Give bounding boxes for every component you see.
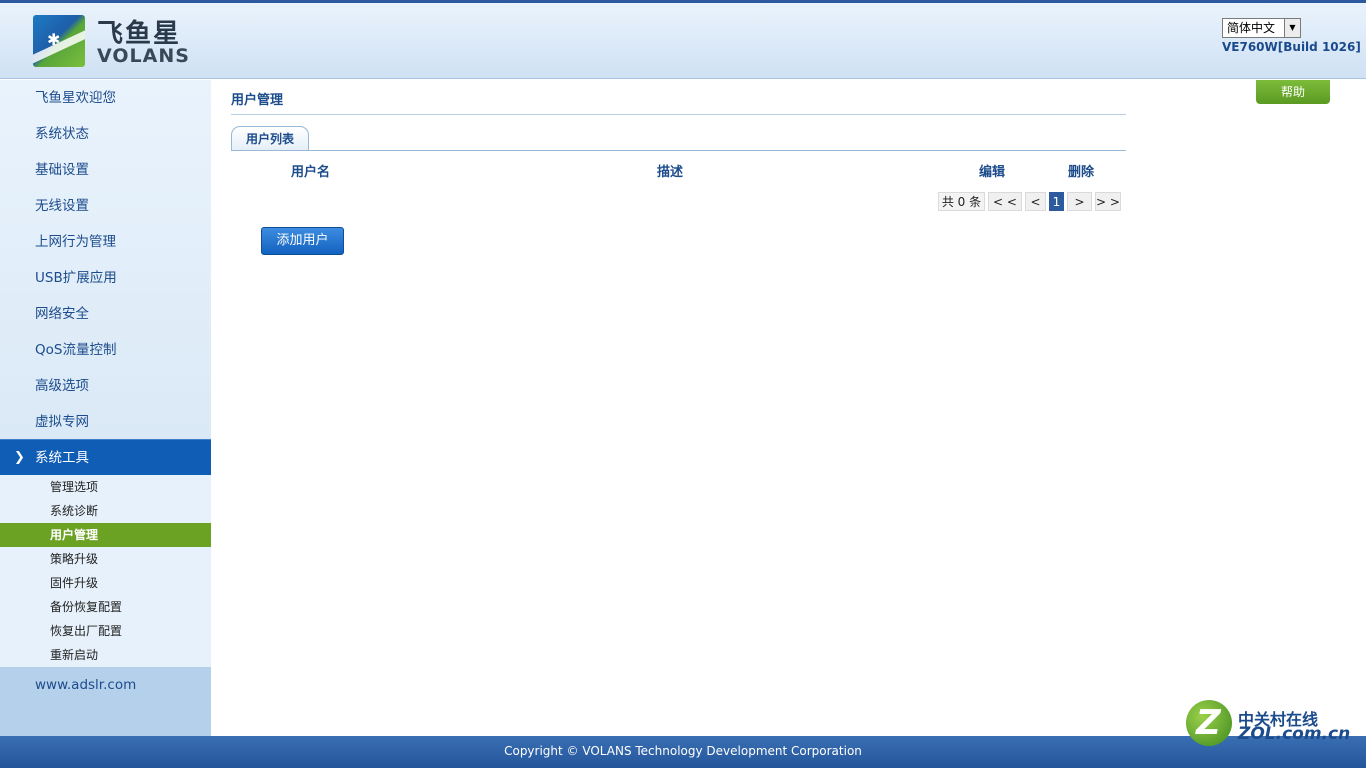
sidebar-item-welcome[interactable]: 飞鱼星欢迎您 <box>0 80 211 116</box>
header: ✱ 飞鱼星 VOLANS 简体中文 ▼ VE760W[Build 1026] <box>0 3 1366 79</box>
sidebar-item-behavior-management[interactable]: 上网行为管理 <box>0 224 211 260</box>
tab-user-list[interactable]: 用户列表 <box>231 126 309 151</box>
submenu-item-diagnostics[interactable]: 系统诊断 <box>0 499 211 523</box>
double-chevron-down-icon: ❯ <box>14 450 25 465</box>
submenu-system-tools: 管理选项 系统诊断 用户管理 策略升级 固件升级 备份恢复配置 恢复出厂配置 重… <box>0 475 211 667</box>
zol-watermark-en: ZOL.com.cn <box>1238 724 1351 744</box>
sidebar-item-advanced[interactable]: 高级选项 <box>0 368 211 404</box>
pagination-page-current[interactable]: 1 <box>1049 192 1064 211</box>
website-link[interactable]: www.adslr.com <box>35 677 136 693</box>
pagination-prev-button[interactable]: < <box>1025 192 1046 211</box>
pagination-last-button[interactable]: > > <box>1095 192 1121 211</box>
submenu-item-backup-restore[interactable]: 备份恢复配置 <box>0 595 211 619</box>
column-header-delete: 删除 <box>1068 165 1095 180</box>
sidebar-item-network-security[interactable]: 网络安全 <box>0 296 211 332</box>
footer: Copyright © VOLANS Technology Developmen… <box>0 736 1366 768</box>
column-header-edit: 编辑 <box>979 165 1006 180</box>
submenu-item-firmware-upgrade[interactable]: 固件升级 <box>0 571 211 595</box>
divider <box>231 114 1126 115</box>
zol-watermark: Z 中关村在线 ZOL.com.cn <box>1186 700 1356 748</box>
submenu-item-policy-upgrade[interactable]: 策略升级 <box>0 547 211 571</box>
help-button[interactable]: 帮助 <box>1256 80 1330 104</box>
tab-divider <box>231 150 1126 151</box>
sidebar-item-basic-settings[interactable]: 基础设置 <box>0 152 211 188</box>
logo-english-text: VOLANS <box>97 45 190 67</box>
sidebar-item-vpn[interactable]: 虚拟专网 <box>0 404 211 440</box>
logo-icon: ✱ <box>33 15 85 67</box>
pagination-next-button[interactable]: > <box>1067 192 1092 211</box>
sidebar-item-qos[interactable]: QoS流量控制 <box>0 332 211 368</box>
firmware-build-label: VE760W[Build 1026] <box>1222 40 1361 54</box>
add-user-button[interactable]: 添加用户 <box>261 227 344 255</box>
pagination-total: 共 0 条 <box>938 192 985 211</box>
column-header-description: 描述 <box>657 165 684 180</box>
column-header-username: 用户名 <box>291 165 331 180</box>
page-title: 用户管理 <box>231 93 284 108</box>
submenu-item-user-management[interactable]: 用户管理 <box>0 523 211 547</box>
zol-logo-icon: Z <box>1186 700 1232 746</box>
copyright-text: Copyright © VOLANS Technology Developmen… <box>504 744 862 758</box>
sidebar-item-system-tools[interactable]: ❯ 系统工具 <box>0 439 211 475</box>
submenu-item-reboot[interactable]: 重新启动 <box>0 643 211 667</box>
language-select[interactable]: 简体中文 ▼ <box>1222 18 1301 38</box>
sidebar-item-system-status[interactable]: 系统状态 <box>0 116 211 152</box>
language-select-value: 简体中文 <box>1227 21 1276 35</box>
submenu-item-factory-reset[interactable]: 恢复出厂配置 <box>0 619 211 643</box>
pagination-first-button[interactable]: < < <box>988 192 1022 211</box>
volans-logo[interactable]: ✱ 飞鱼星 VOLANS <box>33 15 193 69</box>
sidebar-footer: www.adslr.com <box>0 667 211 736</box>
sidebar-item-usb-apps[interactable]: USB扩展应用 <box>0 260 211 296</box>
sidebar-item-label: 系统工具 <box>35 450 89 466</box>
chevron-down-icon[interactable]: ▼ <box>1284 19 1300 37</box>
submenu-item-management-options[interactable]: 管理选项 <box>0 475 211 499</box>
sidebar-item-wireless-settings[interactable]: 无线设置 <box>0 188 211 224</box>
sidebar: 飞鱼星欢迎您 系统状态 基础设置 无线设置 上网行为管理 USB扩展应用 网络安… <box>0 80 211 736</box>
